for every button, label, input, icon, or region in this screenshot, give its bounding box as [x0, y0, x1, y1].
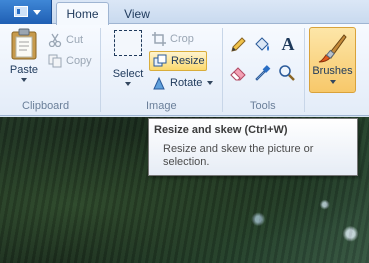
color-picker-button[interactable] [253, 64, 273, 84]
resize-button[interactable]: Resize [149, 51, 207, 71]
brushes-label: Brushes [312, 65, 353, 77]
clipboard-icon [11, 28, 37, 60]
eyedropper-icon [255, 65, 271, 81]
resize-tooltip: Resize and skew (Ctrl+W) Resize and skew… [148, 118, 358, 176]
chevron-down-icon [207, 81, 214, 85]
chevron-down-icon [125, 82, 131, 86]
paste-button[interactable]: Paste [4, 28, 44, 94]
clipboard-group-label: Clipboard [22, 100, 70, 112]
brush-icon [318, 34, 347, 63]
image-group-label: Image [146, 100, 177, 112]
rotate-button[interactable]: Rotate [152, 73, 214, 93]
group-divider [100, 28, 101, 112]
chevron-down-icon [21, 78, 27, 82]
select-icon [114, 30, 142, 56]
fill-button[interactable] [253, 36, 273, 56]
copy-button[interactable]: Copy [48, 51, 92, 71]
tooltip-title: Resize and skew (Ctrl+W) [154, 124, 288, 136]
rotate-icon [153, 76, 165, 90]
select-label: Select [112, 68, 144, 80]
resize-icon [153, 54, 167, 67]
copy-icon [48, 54, 62, 68]
tooltip-description: Resize and skew the picture or selection… [163, 143, 314, 168]
resize-label: Resize [171, 55, 205, 67]
paint-menu-icon [14, 6, 28, 17]
ribbon-home: Paste Cut Copy Clipboard Select Crop Res… [0, 24, 369, 116]
chevron-down-icon [33, 10, 41, 15]
eraser-button[interactable] [229, 64, 249, 84]
brushes-button[interactable]: Brushes [309, 27, 356, 93]
magnifier-button[interactable] [278, 64, 298, 84]
paste-label: Paste [9, 64, 39, 76]
text-icon: A [281, 34, 295, 54]
tab-view[interactable]: View [114, 2, 160, 25]
crop-button[interactable]: Crop [152, 29, 194, 49]
tab-home[interactable]: Home [56, 2, 109, 25]
paint-bucket-icon [255, 37, 269, 51]
text-button[interactable]: A [278, 34, 298, 56]
select-button[interactable]: Select [108, 30, 148, 96]
crop-icon [152, 32, 166, 46]
crop-label: Crop [170, 33, 194, 45]
paint-menu-button[interactable] [0, 0, 52, 24]
chevron-down-icon [329, 80, 336, 84]
cut-label: Cut [66, 34, 84, 46]
rotate-label: Rotate [170, 77, 203, 89]
group-divider [304, 28, 305, 112]
copy-label: Copy [66, 55, 92, 67]
pencil-button[interactable] [229, 36, 249, 56]
tools-group-label: Tools [250, 100, 276, 112]
scissors-icon [48, 33, 62, 47]
magnifier-icon [279, 65, 295, 81]
cut-button[interactable]: Cut [48, 30, 83, 50]
group-divider [222, 28, 223, 112]
pencil-icon [231, 37, 246, 52]
ribbon-tab-bar: Home View [0, 0, 369, 25]
eraser-icon [230, 67, 246, 81]
